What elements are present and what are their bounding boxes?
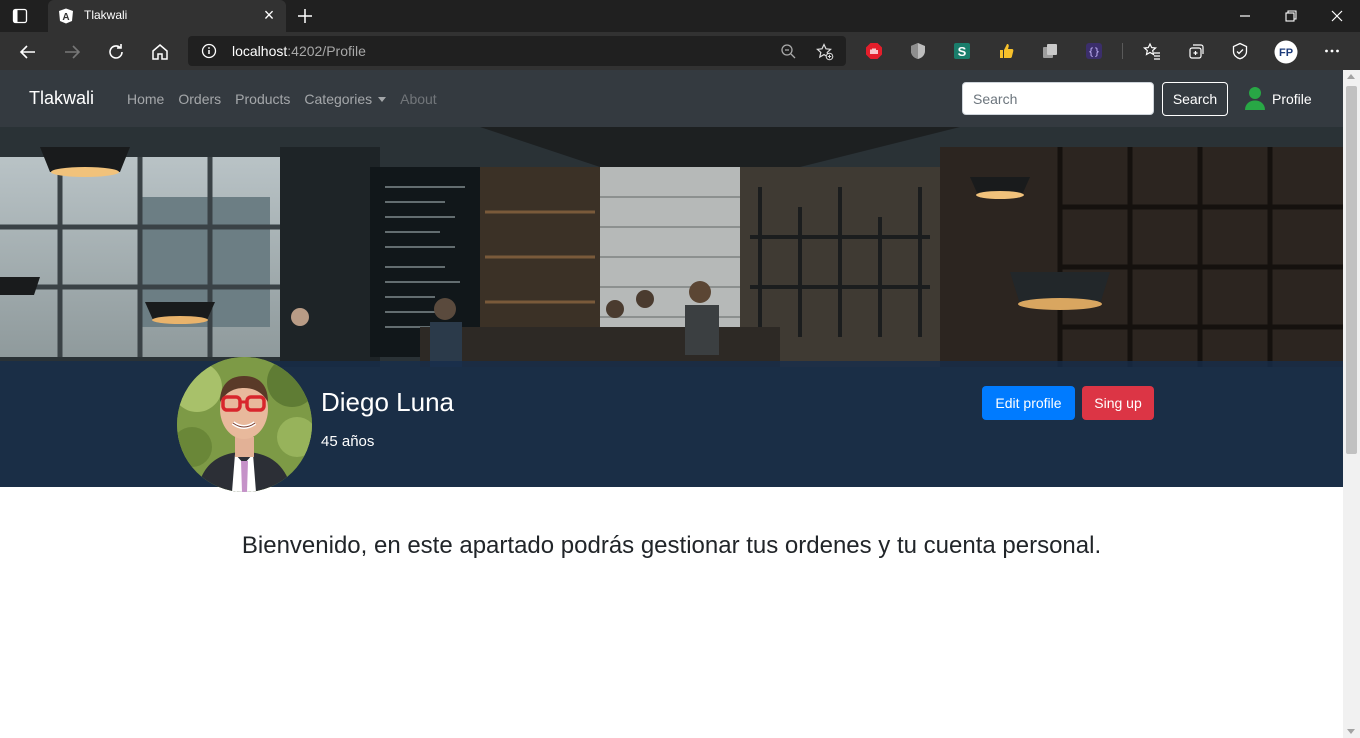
edit-profile-button[interactable]: Edit profile — [982, 386, 1075, 420]
forward-icon[interactable] — [62, 42, 82, 62]
profile-link[interactable]: Profile — [1244, 86, 1312, 113]
more-menu-icon[interactable] — [1323, 42, 1341, 60]
shield-extension-icon[interactable] — [909, 42, 927, 60]
scroll-up-icon[interactable] — [1347, 74, 1355, 79]
user-name: Diego Luna — [321, 387, 454, 417]
site-info-icon[interactable] — [201, 43, 217, 59]
browser-tab-strip: A Tlakwali × — [0, 0, 1360, 32]
nav-products[interactable]: Products — [235, 91, 290, 107]
caret-down-icon — [378, 97, 387, 102]
url-path: :4202/Profile — [287, 43, 366, 59]
collections-icon[interactable] — [1187, 42, 1205, 60]
nav-categories-label: Categories — [304, 91, 373, 107]
back-icon[interactable] — [18, 42, 38, 62]
svg-text:{}: {} — [1088, 47, 1100, 58]
profile-avatar-icon[interactable]: FP — [1274, 40, 1298, 64]
angular-favicon-icon: A — [58, 8, 74, 24]
collections-extension-icon[interactable] — [1041, 42, 1059, 60]
welcome-message: Bienvenido, en este apartado podrás gest… — [241, 532, 1102, 559]
toolbar-separator — [1122, 43, 1123, 59]
site-navbar: Tlakwali Home Orders Products Categories… — [0, 70, 1343, 127]
tab-title: Tlakwali — [84, 8, 128, 22]
svg-text:FP: FP — [1279, 47, 1293, 59]
favorites-icon[interactable] — [1142, 42, 1161, 60]
sign-up-button[interactable]: Sing up — [1082, 386, 1154, 420]
search-button[interactable]: Search — [1162, 82, 1228, 116]
nav-orders[interactable]: Orders — [178, 91, 221, 107]
new-tab-icon[interactable] — [294, 5, 316, 27]
add-favorite-icon[interactable] — [816, 43, 834, 61]
search-input[interactable] — [962, 82, 1154, 115]
browser-toolbar: localhost:4202/Profile S {} FP — [0, 32, 1360, 70]
restore-icon[interactable] — [1282, 7, 1300, 25]
site-brand[interactable]: Tlakwali — [29, 88, 94, 109]
profile-label: Profile — [1272, 91, 1312, 107]
svg-text:A: A — [62, 12, 69, 23]
scroll-thumb[interactable] — [1346, 86, 1357, 454]
user-age: 45 años — [321, 433, 375, 450]
json-extension-icon[interactable]: {} — [1085, 42, 1103, 60]
user-icon — [1244, 86, 1266, 113]
page-scrollbar[interactable] — [1343, 70, 1360, 738]
tab-actions-icon[interactable] — [12, 8, 28, 24]
refresh-icon[interactable] — [106, 42, 126, 62]
close-window-icon[interactable] — [1328, 7, 1346, 25]
address-bar[interactable]: localhost:4202/Profile — [188, 36, 846, 66]
zoom-icon[interactable] — [780, 43, 796, 59]
web-page: Tlakwali Home Orders Products Categories… — [0, 70, 1343, 738]
url-host: localhost — [232, 43, 288, 59]
nav-links: Home Orders Products Categories About — [127, 91, 437, 107]
svg-text:S: S — [958, 44, 967, 59]
scroll-down-icon[interactable] — [1347, 729, 1355, 734]
nav-about: About — [400, 91, 437, 107]
browser-tab[interactable]: A Tlakwali × — [48, 0, 286, 32]
s-extension-icon[interactable]: S — [953, 42, 971, 60]
tab-close-icon[interactable]: × — [260, 6, 278, 24]
minimize-icon[interactable] — [1236, 7, 1254, 25]
nav-home[interactable]: Home — [127, 91, 164, 107]
thumbs-up-extension-icon[interactable] — [997, 42, 1015, 60]
nav-categories-dropdown[interactable]: Categories — [304, 91, 387, 107]
adblock-extension-icon[interactable] — [865, 42, 883, 60]
url-text[interactable]: localhost:4202/Profile — [232, 43, 366, 59]
browser-essentials-icon[interactable] — [1231, 42, 1249, 60]
user-avatar — [177, 357, 312, 492]
home-icon[interactable] — [150, 42, 170, 62]
